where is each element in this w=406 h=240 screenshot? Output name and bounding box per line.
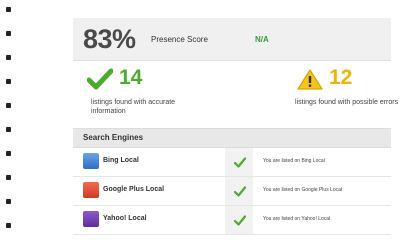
presence-score-row: 83% Presence Score N/A [73,18,391,61]
engine-check-cell [225,206,253,234]
accurate-listings-count: 14 [119,66,143,89]
bullet-icon [6,199,11,204]
checkmark-icon [234,157,246,168]
presence-score-status: N/A [255,35,269,44]
engine-row-bing[interactable]: Bing Local You are listed on Bing Local [73,148,391,177]
engine-status: You are listed on Google Plus Local [263,187,343,193]
bullet-icon [6,79,11,84]
bullet-icon [6,223,11,228]
engine-row-yahoo[interactable]: Yahoo! Local You are listed on Yahoo! Lo… [73,206,391,235]
checkmark-icon [87,68,113,90]
error-listings-stat: 12 listings found with possible errors [295,66,406,132]
presence-score-value: 83% [83,24,136,54]
bullet-list [6,0,16,240]
bullet-icon [6,31,11,36]
presence-score-label: Presence Score [151,35,208,44]
engine-row-google[interactable]: Google Plus Local You are listed on Goog… [73,177,391,206]
yahoo-logo-icon [83,211,99,227]
bing-logo-icon [83,153,99,169]
bullet-icon [6,151,11,156]
bullet-icon [6,103,11,108]
search-engines-title: Search Engines [83,133,144,142]
checkmark-icon [234,215,246,226]
bullet-icon [6,55,11,60]
bullet-icon [6,175,11,180]
engine-name[interactable]: Yahoo! Local [103,215,147,222]
bullet-icon [6,127,11,132]
error-listings-description: listings found with possible errors [295,99,399,106]
bullet-icon [6,7,11,12]
presence-report-panel: 83% Presence Score N/A 14 listings found… [73,18,398,240]
engine-status: You are listed on Yahoo! Local [263,216,331,222]
engine-status: You are listed on Bing Local [263,158,325,164]
engine-check-cell [225,177,253,205]
engine-name[interactable]: Bing Local [103,157,139,164]
accurate-listings-description: listings found with accurate information [91,99,176,115]
warning-icon [297,69,323,90]
accurate-listings-stat: 14 listings found with accurate informat… [85,66,235,132]
engine-check-cell [225,148,253,176]
engine-name[interactable]: Google Plus Local [103,186,164,193]
google-logo-icon [83,182,99,198]
checkmark-icon [234,186,246,197]
search-engines-header: Search Engines [73,128,391,148]
error-listings-count: 12 [329,66,353,89]
